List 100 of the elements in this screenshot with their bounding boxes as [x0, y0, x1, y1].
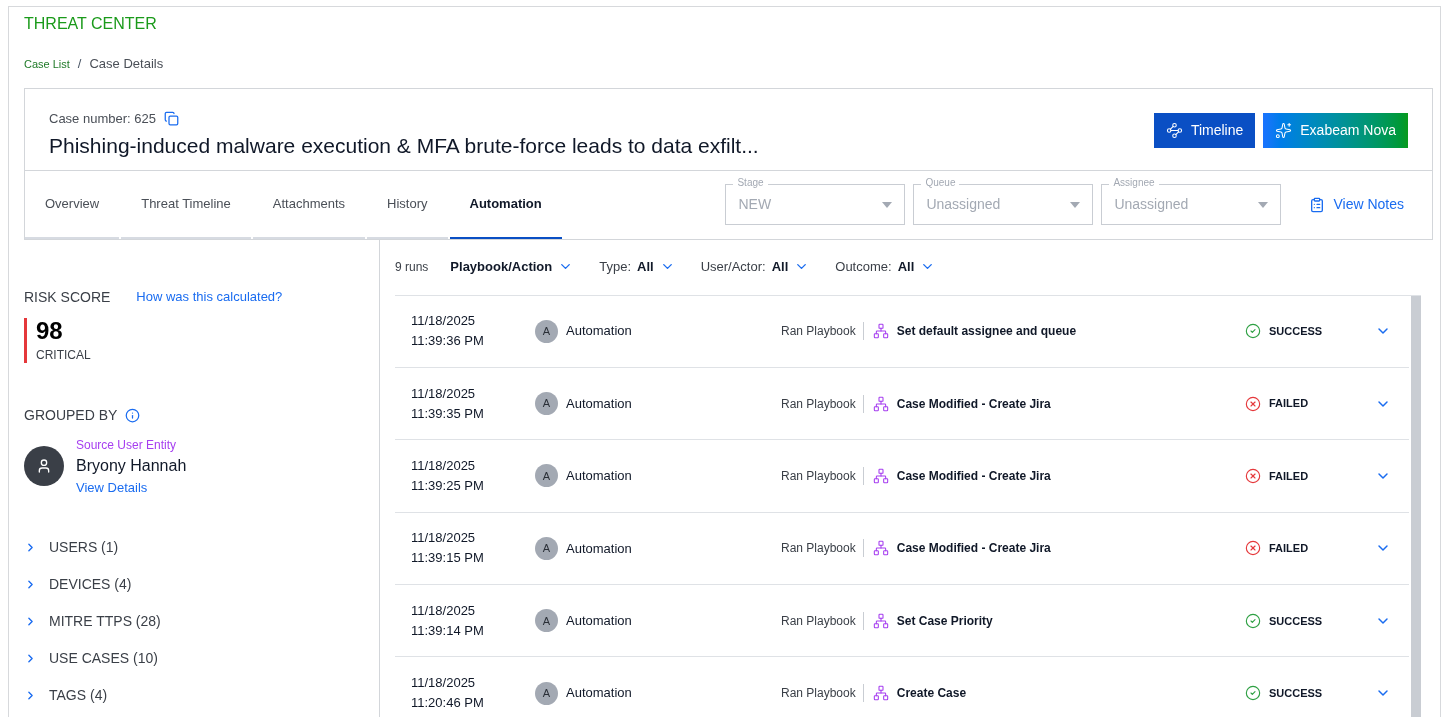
- details-link[interactable]: View Details: [76, 477, 187, 497]
- playbook-name: Set default assignee and queue: [896, 323, 1077, 341]
- tab[interactable]: History: [367, 170, 448, 239]
- collapsible-section[interactable]: MITRE TTPS (28): [24, 611, 379, 632]
- field-value: Unassigned: [926, 195, 1001, 214]
- actor-name: Automation: [566, 684, 632, 703]
- run-row[interactable]: 11/18/2025 11:39:36 PM A Automation Ran Playbook Set default assignee and queue SUCCESS: [395, 295, 1409, 368]
- action-type: Ran Playbook: [781, 539, 864, 558]
- view-notes-button[interactable]: View Notes: [1309, 194, 1404, 215]
- assistant-button[interactable]: Exabeam Nova: [1263, 112, 1408, 148]
- actor-name: Automation: [566, 612, 632, 630]
- run-timestamp: 11/18/2025 11:39:15 PM: [411, 529, 485, 568]
- run-timestamp: 11/18/2025 11:39:35 PM: [411, 384, 485, 423]
- breadcrumb-current: Case Details: [89, 55, 164, 73]
- route-icon: [1165, 121, 1183, 139]
- playbook-icon: [872, 612, 889, 629]
- caret-icon: [882, 201, 893, 208]
- run-count: 9 runs: [395, 258, 429, 276]
- timeline-button[interactable]: Timeline: [1153, 112, 1256, 148]
- action-type: Ran Playbook: [781, 684, 864, 703]
- run-timestamp: 11/18/2025 11:39:36 PM: [411, 312, 485, 351]
- playbook-icon: [872, 540, 889, 557]
- field-label: Queue: [921, 176, 960, 190]
- tab[interactable]: Attachments: [252, 170, 366, 239]
- action-type: Ran Playbook: [781, 322, 864, 341]
- actor-name: Automation: [566, 539, 632, 558]
- filter-dropdown[interactable]: User/Actor: All: [700, 256, 810, 277]
- avatar: A: [535, 536, 558, 560]
- x-circle-icon: [1245, 540, 1261, 557]
- playbook-name: Set Case Priority: [896, 612, 993, 630]
- collapsible-section[interactable]: DEVICES (4): [24, 574, 379, 595]
- status-label: SUCCESS: [1269, 685, 1323, 701]
- actor-name: Automation: [566, 322, 632, 341]
- action-type: Ran Playbook: [781, 611, 864, 630]
- avatar: A: [535, 392, 558, 416]
- breadcrumb-link[interactable]: Case List: [24, 55, 70, 72]
- caret-icon: [1258, 201, 1269, 208]
- run-row[interactable]: 11/18/2025 11:39:25 PM A Automation Ran Playbook Case Modified - Create Jira FAILED: [395, 440, 1409, 513]
- x-circle-icon: [1245, 467, 1261, 484]
- copy-icon[interactable]: [163, 110, 179, 126]
- check-circle-icon: [1245, 685, 1261, 702]
- filter-dropdown[interactable]: Outcome: All: [835, 256, 936, 277]
- run-row[interactable]: 11/18/2025 11:39:15 PM A Automation Ran Playbook Case Modified - Create Jira FAILED: [395, 512, 1409, 586]
- entity-type: Source User Entity: [76, 436, 178, 454]
- status-label: FAILED: [1269, 396, 1309, 412]
- tab[interactable]: Automation: [449, 170, 562, 239]
- status-label: SUCCESS: [1269, 323, 1323, 339]
- avatar: A: [535, 609, 558, 633]
- avatar: A: [535, 681, 558, 705]
- status-label: FAILED: [1269, 468, 1309, 484]
- field-label: Assignee: [1109, 176, 1159, 190]
- scrollbar[interactable]: [1411, 295, 1421, 717]
- avatar: A: [535, 319, 558, 343]
- playbook-name: Create Case: [896, 685, 967, 703]
- help-link[interactable]: How was this calculated?: [136, 287, 283, 307]
- sparkle-icon: [1275, 121, 1293, 139]
- field-value: NEW: [738, 195, 772, 214]
- action-type: Ran Playbook: [781, 466, 864, 485]
- entity-name: Bryony Hannah: [76, 455, 187, 476]
- collapsible-section[interactable]: TAGS (4): [24, 685, 379, 706]
- filter-dropdown[interactable]: Playbook/Action: [450, 256, 574, 277]
- playbook-name: Case Modified - Create Jira: [896, 395, 1051, 413]
- field-value: Unassigned: [1114, 195, 1189, 214]
- actor-name: Automation: [566, 467, 632, 486]
- risk-score: 98: [36, 317, 64, 344]
- case-title: Phishing-induced malware execution & MFA brute-force leads to data exfilt...: [49, 133, 759, 159]
- run-timestamp: 11/18/2025 11:39:14 PM: [411, 601, 485, 640]
- case-number: Case number: 625: [49, 109, 156, 128]
- info-icon[interactable]: [125, 407, 141, 423]
- tab[interactable]: Overview: [25, 170, 120, 239]
- run-timestamp: 11/18/2025 11:39:25 PM: [411, 456, 485, 495]
- person-icon: [36, 458, 52, 475]
- run-row[interactable]: 11/18/2025 11:20:46 PM A Automation Ran Playbook Create Case SUCCESS: [395, 657, 1409, 717]
- filter-dropdown[interactable]: Type: All: [599, 256, 675, 277]
- run-row[interactable]: 11/18/2025 11:39:35 PM A Automation Ran Playbook Case Modified - Create Jira FAILED: [395, 367, 1409, 441]
- check-circle-icon: [1245, 323, 1261, 340]
- playbook-icon: [872, 323, 889, 340]
- playbook-name: Case Modified - Create Jira: [896, 467, 1051, 485]
- check-circle-icon: [1245, 612, 1261, 629]
- x-circle-icon: [1245, 395, 1261, 412]
- avatar: A: [535, 464, 558, 488]
- playbook-icon: [872, 467, 889, 484]
- status-label: FAILED: [1269, 541, 1309, 557]
- field-label: Stage: [733, 176, 768, 190]
- clipboard-icon: [1309, 196, 1326, 213]
- playbook-icon: [872, 395, 889, 412]
- collapsible-section[interactable]: USERS (1): [24, 537, 379, 558]
- playbook-name: Case Modified - Create Jira: [896, 540, 1051, 558]
- caret-icon: [1070, 201, 1081, 208]
- severity-label: CRITICAL: [36, 346, 92, 364]
- tab[interactable]: Threat Timeline: [121, 170, 251, 239]
- status-label: SUCCESS: [1269, 613, 1323, 629]
- run-timestamp: 11/18/2025 11:20:46 PM: [411, 674, 485, 713]
- collapsible-section[interactable]: USE CASES (10): [24, 648, 379, 669]
- actor-name: Automation: [566, 394, 632, 413]
- action-type: Ran Playbook: [781, 394, 864, 413]
- breadcrumb-separator: /: [77, 55, 82, 73]
- run-row[interactable]: 11/18/2025 11:39:14 PM A Automation Ran Playbook Set Case Priority SUCCESS: [395, 585, 1409, 658]
- app-title: THREAT CENTER: [24, 14, 158, 34]
- section-heading: RISK SCORE: [24, 287, 111, 307]
